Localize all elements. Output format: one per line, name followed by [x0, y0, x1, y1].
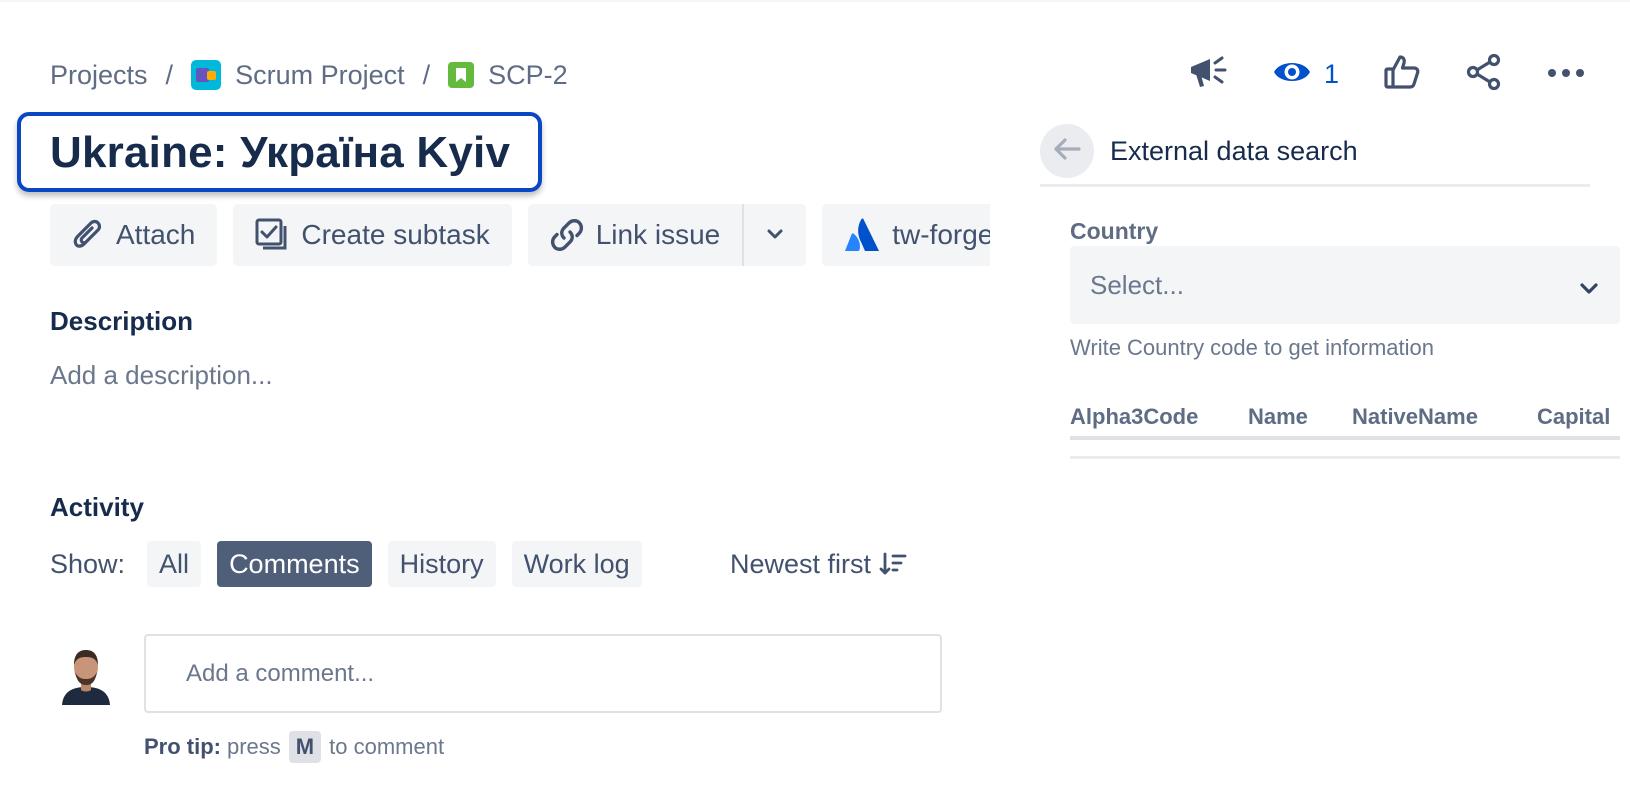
- panel-divider: [1040, 184, 1590, 187]
- subtask-icon: [255, 218, 289, 252]
- eye-icon: [1272, 57, 1312, 92]
- column-capital: Capital: [1537, 404, 1611, 429]
- description-editor[interactable]: Add a description...: [50, 360, 273, 391]
- keyboard-shortcut-key: M: [288, 731, 322, 763]
- activity-heading: Activity: [50, 492, 144, 522]
- more-actions-button[interactable]: [1547, 50, 1585, 98]
- filter-comments-button[interactable]: Comments: [217, 541, 372, 587]
- arrow-left-icon: [1052, 137, 1082, 166]
- app-tw-forge-label: tw-forge: [892, 219, 990, 250]
- paperclip-icon: [72, 218, 104, 252]
- column-native-name: NativeName: [1352, 404, 1478, 429]
- results-table-header: Alpha3Code Name NativeName Capital: [1070, 398, 1620, 440]
- sort-order-button[interactable]: Newest first: [730, 541, 907, 587]
- more-icon: [1547, 65, 1585, 83]
- feedback-button[interactable]: [1188, 50, 1228, 98]
- pro-tip-label: Pro tip:: [144, 734, 221, 759]
- issue-title[interactable]: Ukraine: Україна Kyiv: [50, 128, 510, 178]
- filter-all-button[interactable]: All: [147, 541, 202, 587]
- link-issue-button[interactable]: Link issue: [527, 204, 743, 266]
- story-icon: [448, 62, 475, 88]
- panel-header: External data search: [1040, 124, 1358, 178]
- pro-tip: Pro tip: press M to comment: [144, 731, 444, 763]
- watch-count: 1: [1323, 58, 1339, 89]
- sort-label: Newest first: [730, 548, 872, 579]
- show-label: Show:: [50, 548, 126, 579]
- megaphone-icon: [1188, 53, 1228, 96]
- top-divider: [0, 0, 1630, 2]
- watch-button[interactable]: 1: [1272, 50, 1339, 98]
- thumbs-up-icon: [1383, 53, 1421, 96]
- attach-button[interactable]: Attach: [50, 204, 218, 266]
- breadcrumb-issue-link[interactable]: SCP-2: [448, 60, 568, 91]
- column-alpha3code: Alpha3Code: [1070, 404, 1199, 429]
- vote-button[interactable]: [1383, 50, 1421, 98]
- filter-work-log-button[interactable]: Work log: [511, 541, 642, 587]
- create-subtask-button[interactable]: Create subtask: [233, 204, 512, 266]
- attach-label: Attach: [116, 219, 196, 250]
- activity-filter: Show: All Comments History Work log: [50, 541, 658, 587]
- comment-input[interactable]: Add a comment...: [144, 634, 942, 713]
- pro-tip-pre: press: [227, 734, 281, 759]
- issue-actions: 1: [1188, 50, 1585, 98]
- link-issue-group: Link issue: [527, 204, 807, 266]
- breadcrumb-project-link[interactable]: Scrum Project: [191, 60, 405, 91]
- project-avatar-icon: [191, 60, 222, 90]
- results-table-bottom-border: [1070, 456, 1620, 459]
- chevron-down-icon: [767, 226, 783, 244]
- link-issue-dropdown[interactable]: [742, 204, 807, 266]
- country-helper-text: Write Country code to get information: [1070, 335, 1434, 360]
- sort-descending-icon: [879, 551, 907, 577]
- atlassian-icon: [844, 217, 880, 253]
- description-heading: Description: [50, 306, 194, 336]
- breadcrumb-projects-link[interactable]: Projects: [50, 60, 148, 91]
- breadcrumb-separator: /: [422, 59, 431, 90]
- breadcrumb-separator: /: [165, 59, 174, 90]
- country-select[interactable]: Select...: [1070, 246, 1620, 324]
- country-field-label: Country: [1070, 218, 1159, 244]
- share-icon: [1465, 53, 1503, 96]
- issue-toolbar: Attach Create subtask Link issue tw-forg…: [50, 204, 990, 266]
- breadcrumb: Projects / Scrum Project / SCP-2: [50, 55, 568, 95]
- pro-tip-post: to comment: [329, 734, 445, 759]
- panel-title: External data search: [1110, 135, 1358, 166]
- column-name: Name: [1248, 404, 1308, 429]
- filter-history-button[interactable]: History: [387, 541, 496, 587]
- breadcrumb-project-label: Scrum Project: [235, 59, 405, 90]
- country-select-placeholder: Select...: [1090, 269, 1184, 300]
- back-button[interactable]: [1040, 124, 1094, 178]
- user-avatar: [60, 645, 112, 705]
- link-issue-label: Link issue: [595, 219, 721, 250]
- link-icon: [550, 218, 584, 252]
- breadcrumb-issue-label: SCP-2: [488, 59, 568, 90]
- app-tw-forge-button[interactable]: tw-forge: [822, 204, 990, 266]
- chevron-down-icon: [1580, 270, 1598, 301]
- create-subtask-label: Create subtask: [301, 219, 490, 250]
- share-button[interactable]: [1465, 50, 1503, 98]
